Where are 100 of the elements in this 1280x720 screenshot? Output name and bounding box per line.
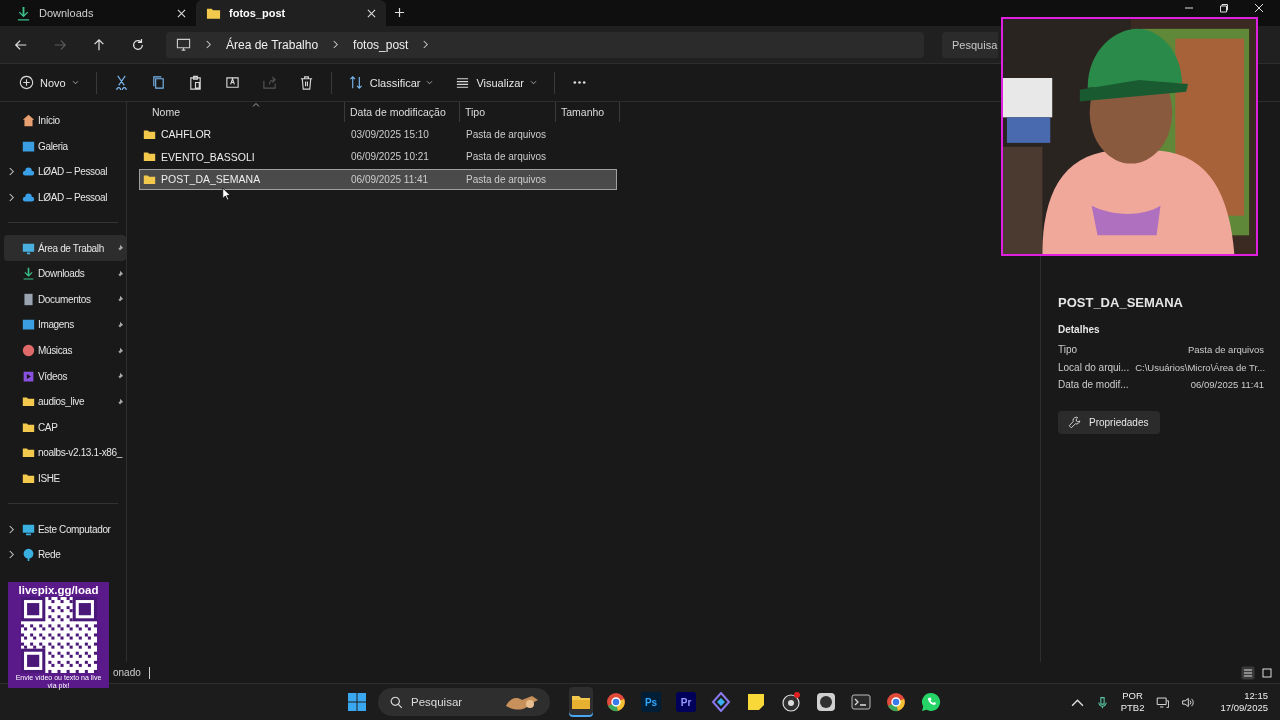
- file-name: POST_DA_SEMANA: [161, 173, 261, 185]
- document-icon: [22, 292, 35, 306]
- chevron-right-icon[interactable]: [8, 550, 15, 560]
- sidebar-item[interactable]: ISHE: [4, 465, 126, 492]
- pin-icon[interactable]: [116, 320, 124, 329]
- table-cell-text: 06/09/2025 10:21: [350, 150, 430, 164]
- details-title: POST_DA_SEMANA: [1058, 295, 1184, 310]
- speaker-icon[interactable]: [1181, 695, 1195, 709]
- status-text: onado: [113, 667, 141, 678]
- sidebar-item[interactable]: Início: [4, 108, 126, 134]
- sidebar-item[interactable]: Área de Trabalh: [4, 235, 126, 261]
- computer-icon: [22, 522, 35, 536]
- qr-title[interactable]: livepix.gg/load: [18, 584, 99, 596]
- microphone-icon[interactable]: [1095, 695, 1109, 709]
- folder-icon: [22, 472, 35, 485]
- toolbar-button[interactable]: Novo: [10, 68, 88, 97]
- pin-icon[interactable]: [116, 295, 124, 304]
- close-icon[interactable]: [1254, 3, 1264, 13]
- search-field[interactable]: Pesquisa: [942, 31, 998, 58]
- property-label: Data de modif...: [1058, 379, 1129, 392]
- monitor-icon: [22, 241, 35, 255]
- pin-icon[interactable]: [116, 269, 124, 278]
- sidebar-item[interactable]: Rede: [4, 541, 126, 568]
- sidebar-item[interactable]: CAP: [4, 414, 126, 441]
- restore-icon[interactable]: [1219, 3, 1229, 13]
- caret-down-icon: [426, 80, 434, 85]
- cursor-icon: [222, 187, 231, 201]
- sidebar-item[interactable]: LØAD – Pessoal: [4, 159, 126, 185]
- caret-down-icon: [71, 80, 79, 85]
- column-header[interactable]: Tipo: [460, 102, 556, 122]
- address-bar[interactable]: Área de Trabalho fotos_post: [166, 31, 924, 58]
- pin-icon[interactable]: [116, 244, 124, 253]
- table-cell-text: 03/09/2025 15:10: [350, 127, 430, 142]
- chevron-right-icon[interactable]: [422, 40, 430, 49]
- cloud-icon: [22, 165, 35, 179]
- up-arrow-icon[interactable]: [92, 37, 106, 52]
- property-label: Local do arqui...: [1058, 361, 1130, 375]
- pin-icon[interactable]: [116, 346, 124, 355]
- wrench-icon: [1068, 415, 1081, 429]
- pin-icon[interactable]: [116, 372, 124, 381]
- tab[interactable]: fotos_post: [196, 0, 386, 26]
- sidebar-item[interactable]: Imagens: [4, 312, 126, 338]
- tiles-view-icon[interactable]: [1260, 665, 1274, 680]
- caret-down-icon: [529, 80, 537, 85]
- taskbar-search[interactable]: Pesquisar: [378, 688, 550, 716]
- details-heading: Detalhes: [1058, 324, 1101, 335]
- back-arrow-icon[interactable]: [14, 37, 28, 52]
- monitor-icon: [176, 37, 191, 52]
- table-cell-text: Pasta de arquivos: [465, 150, 548, 164]
- column-header[interactable]: Data de modificação: [345, 102, 460, 122]
- clock[interactable]: 12:15 17/09/2025: [1220, 690, 1268, 714]
- chevron-right-icon[interactable]: [205, 40, 212, 49]
- sidebar-item[interactable]: audios_live: [4, 388, 126, 415]
- close-icon[interactable]: [177, 8, 186, 18]
- house-icon: [22, 114, 35, 128]
- file-row[interactable]: POST_DA_SEMANA 06/09/2025 11:41 Pasta de arquivos: [139, 168, 617, 190]
- new-tab-icon[interactable]: [394, 7, 405, 18]
- close-icon[interactable]: [367, 8, 376, 18]
- sidebar-item[interactable]: Documentos: [4, 286, 126, 313]
- folder-icon: [22, 420, 35, 434]
- column-header[interactable]: Nome: [139, 102, 345, 122]
- chevron-right-icon[interactable]: [332, 40, 340, 49]
- sidebar-item[interactable]: LØAD – Pessoal: [4, 184, 126, 211]
- sort-icon: [348, 75, 364, 90]
- start-icon[interactable]: [347, 692, 367, 712]
- properties-button[interactable]: Propriedades: [1058, 410, 1161, 434]
- folder-icon: [143, 150, 156, 163]
- tab[interactable]: Downloads: [6, 0, 196, 26]
- file-row[interactable]: CAHFLOR 03/09/2025 15:10 Pasta de arquivos: [139, 123, 617, 145]
- list-view-icon[interactable]: [1241, 665, 1255, 680]
- sidebar-item[interactable]: noalbs-v2.13.1-x86_: [4, 440, 126, 466]
- breadcrumb-item[interactable]: fotos_post: [353, 37, 409, 52]
- folder-icon: [143, 127, 156, 141]
- refresh-icon[interactable]: [131, 37, 145, 52]
- toolbar-button[interactable]: Visualizar: [446, 68, 546, 97]
- property-value: C:\Usuários\Micro\Área de Tr...: [1135, 361, 1266, 375]
- file-name: EVENTO_BASSOLI: [161, 150, 255, 163]
- chevron-right-icon[interactable]: [8, 167, 15, 177]
- breadcrumb-item[interactable]: Área de Trabalho: [226, 37, 319, 52]
- chevron-right-icon[interactable]: [8, 193, 15, 203]
- property-label: Tipo: [1058, 344, 1078, 357]
- sidebar-item[interactable]: Galeria: [4, 133, 126, 160]
- property-value: Pasta de arquivos: [1187, 344, 1264, 357]
- file-row[interactable]: EVENTO_BASSOLI 06/09/2025 10:21 Pasta de arquivos: [139, 146, 617, 167]
- property-value: 06/09/2025 11:41: [1190, 379, 1264, 392]
- language-indicator[interactable]: POR PTB2: [1120, 690, 1145, 714]
- chevron-right-icon[interactable]: [8, 524, 15, 534]
- cloud-icon: [22, 191, 35, 205]
- column-header[interactable]: Tamanho: [556, 102, 620, 122]
- pin-icon[interactable]: [116, 397, 124, 406]
- file-name: CAHFLOR: [161, 128, 212, 140]
- sidebar-item[interactable]: Vídeos: [4, 363, 126, 389]
- toolbar-button[interactable]: Classificar: [339, 68, 443, 97]
- sidebar-item[interactable]: Downloads: [4, 260, 126, 287]
- sidebar-item[interactable]: Este Computador: [4, 516, 126, 542]
- sidebar-item[interactable]: Músicas: [4, 337, 126, 364]
- table-cell-text: 06/09/2025 11:41: [350, 172, 430, 187]
- lines-icon: [455, 75, 471, 90]
- download-icon: [22, 267, 35, 281]
- explorer-taskbar-icon[interactable]: [569, 687, 593, 717]
